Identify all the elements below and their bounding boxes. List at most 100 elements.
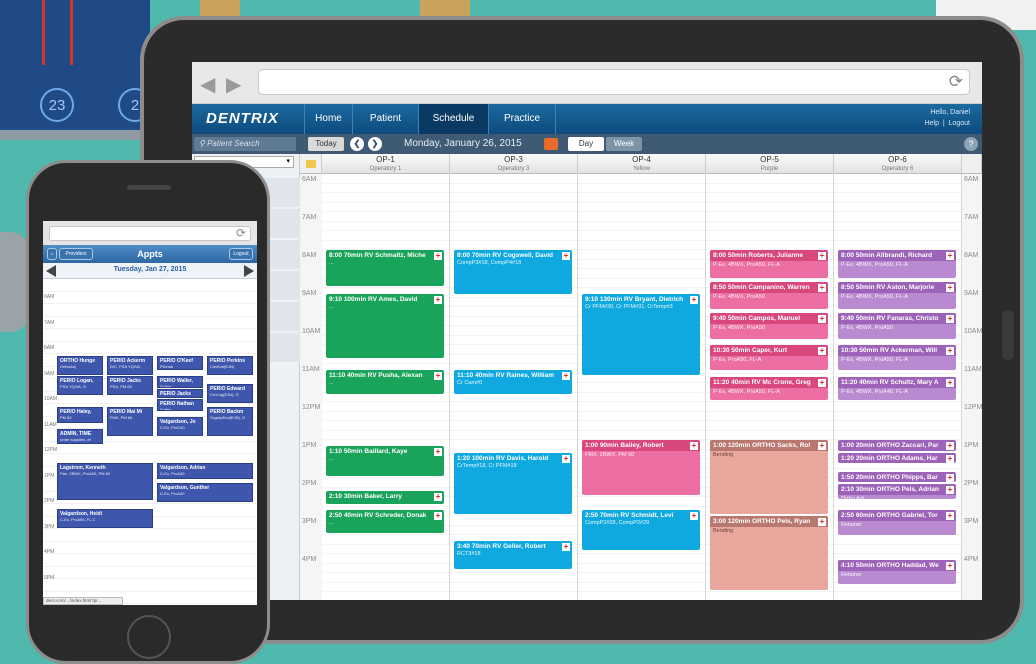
note-icon[interactable] [305, 160, 316, 168]
week-view-button[interactable]: Week [606, 137, 642, 151]
appointment-block[interactable]: 9:40 50min Campos, Manuel P-Ex, 4BWX, Pro… [710, 313, 828, 340]
phone-appointment[interactable]: PERIO Haley, PM 60 [57, 406, 103, 424]
appointment-block[interactable]: 2:50 40min RV Schreder, Donak... + [326, 509, 444, 533]
add-procedure-icon[interactable]: + [946, 378, 954, 387]
back-arrow-icon[interactable]: ◀ [200, 72, 215, 97]
add-procedure-icon[interactable]: + [434, 372, 442, 381]
phone-appointment[interactable]: PERIO Nathan Sulfen [157, 398, 203, 411]
tab-practice[interactable]: Practice [488, 104, 556, 134]
url-bar[interactable]: ⟳ [258, 69, 970, 95]
add-procedure-icon[interactable]: + [946, 454, 954, 463]
add-procedure-icon[interactable]: + [434, 511, 442, 520]
appointment-block[interactable]: 3:40 70min RV Geller, Robert RCT3#18 + [454, 541, 572, 570]
appointment-block[interactable]: 11:10 40min RV Raines, William Cr Cam#0 + [454, 370, 572, 395]
forward-arrow-icon[interactable]: ▶ [226, 72, 241, 97]
appointment-block[interactable]: 11:20 40min RV Schultz, Mary A P-Ex, 4BWX… [838, 376, 956, 400]
phone-appointment[interactable]: PERIO Logan, PSA YQ/VA, G [57, 375, 103, 396]
add-procedure-icon[interactable]: + [818, 252, 826, 260]
tab-home[interactable]: Home [304, 104, 352, 134]
appointment-block[interactable]: 2:50 70min RV Schmidt, Levi CompP2#28, Co… [582, 509, 700, 551]
reload-icon[interactable]: ⟳ [949, 72, 963, 92]
appointment-block[interactable]: 8:00 70min RV Schmaltz, Miche... + [326, 250, 444, 286]
add-procedure-icon[interactable]: + [818, 378, 826, 387]
help-link[interactable]: Help [925, 120, 939, 127]
add-procedure-icon[interactable]: + [818, 283, 826, 292]
phone-appointment[interactable]: ADMIN, TIME order supplies, et [57, 429, 103, 444]
appointment-block[interactable]: 1:20 100min RV Davis, Harold CrTemp#18, C… [454, 452, 572, 514]
tab-patient[interactable]: Patient [352, 104, 418, 134]
phone-appointment[interactable]: PERIO Perkins ClinSub(EJN) [207, 355, 253, 375]
phone-appointment[interactable]: Valgardson, Jo C-Ex, ProC40 [157, 416, 203, 437]
add-procedure-icon[interactable]: + [946, 486, 954, 495]
phone-appointment[interactable]: PERIO Mai Mi FMX, PM 60 [107, 406, 153, 437]
add-procedure-icon[interactable]: + [818, 315, 826, 324]
appointment-block[interactable]: 1:00 90min Bailey, Robert FMX, 2BWX, PM 6… [582, 440, 700, 495]
appointment-block[interactable]: 8:50 50min Campanino, Warren P-Ex, 4BWX, … [710, 281, 828, 309]
add-procedure-icon[interactable]: + [434, 252, 442, 260]
add-procedure-icon[interactable]: + [818, 347, 826, 355]
appointment-block[interactable]: 8:00 70min RV Cogswell, David CompP3#18, … [454, 250, 572, 294]
phone-appointment[interactable]: PERIO Ackerm D/C, PSA YQ/VA, [107, 355, 153, 375]
appointment-block[interactable]: 1:00 20min ORTHO Zaccari, Par + [838, 440, 956, 451]
add-procedure-icon[interactable]: + [946, 252, 954, 260]
add-procedure-icon[interactable]: + [946, 511, 954, 520]
add-procedure-icon[interactable]: + [946, 315, 954, 324]
add-procedure-icon[interactable]: + [946, 283, 954, 292]
add-procedure-icon[interactable]: + [946, 442, 954, 450]
chevron-right-icon[interactable]: ❯ [368, 137, 382, 151]
appointment-block[interactable]: 9:40 50min RV Fanaras, Christo P-Ex, 4BWX… [838, 313, 956, 340]
next-day-icon[interactable] [244, 265, 254, 277]
phone-appointment[interactable]: Valgardson, Gunther C-Ex, ProA40 [157, 483, 253, 503]
reload-icon[interactable]: ⟳ [236, 226, 246, 240]
appointment-block[interactable]: 11:10 40min RV Pusha, Alexan... + [326, 370, 444, 395]
logout-link[interactable]: Logout [949, 120, 970, 127]
phone-appointment[interactable]: PERIO O'Keef PDenal [157, 355, 203, 370]
add-procedure-icon[interactable]: + [562, 543, 570, 552]
appointment-block[interactable]: 1:10 50min Baillard, Kaye... + [326, 446, 444, 476]
add-procedure-icon[interactable]: + [562, 454, 570, 463]
appointment-block[interactable]: 2:10 30min Baker, Larry + [326, 490, 444, 505]
add-procedure-icon[interactable]: + [818, 518, 826, 526]
appointment-block[interactable]: 8:50 50min RV Aston, Marjorie P-Ex, 4BWX,… [838, 281, 956, 309]
add-procedure-icon[interactable]: + [946, 473, 954, 482]
phone-appointment[interactable]: PERIO Backm ScgmpEnd(EJN), G [207, 406, 253, 437]
help-icon[interactable]: ? [964, 137, 978, 151]
appointment-block[interactable]: 10:30 50min Caper, Kurt P-Ex, ProA50, FL-… [710, 345, 828, 370]
appointment-block[interactable]: 11:20 40min RV Mc Crone, Greg P-Ex, 4BWX,… [710, 376, 828, 400]
add-procedure-icon[interactable]: + [434, 296, 442, 305]
add-procedure-icon[interactable]: + [434, 448, 442, 457]
phone-appointment[interactable]: PERIO Jacks PSA, PM 60 [107, 375, 153, 396]
appointment-block[interactable]: 8:00 50min Allbrandi, Richard P-Ex, 4BWX,… [838, 250, 956, 279]
add-procedure-icon[interactable]: + [818, 442, 826, 450]
chevron-left-icon[interactable]: ❮ [350, 137, 364, 151]
add-procedure-icon[interactable]: + [690, 442, 698, 450]
tab-schedule[interactable]: Schedule [418, 104, 488, 134]
day-view-button[interactable]: Day [568, 137, 604, 151]
appointment-block[interactable]: 10:30 50min RV Ackerman, Will P-Ex, 4BWX,… [838, 345, 956, 370]
phone-appointment[interactable]: ORTHO Hunge OrthoAdj [57, 355, 103, 375]
patient-search-input[interactable]: ⚲ Patient Search [194, 137, 296, 151]
phone-appointment[interactable]: Valgardson, Adrian C-Ex, ProA40 [157, 462, 253, 480]
phone-appointment[interactable]: PERIO Edward CrnLng(EJN), G [207, 383, 253, 403]
phone-logout-button[interactable]: Logout [229, 248, 253, 260]
phone-home-button[interactable] [127, 615, 171, 659]
appointment-block[interactable]: 9:10 100min RV Ames, David... + [326, 294, 444, 359]
appointment-block[interactable]: 3:00 120min ORTHO Pels, Ryan Bending + [710, 516, 828, 590]
add-procedure-icon[interactable]: + [690, 511, 698, 520]
appointment-block[interactable]: 4:10 50min ORTHO Haddad, We Retainer + [838, 560, 956, 585]
appointment-block[interactable]: 2:50 60min ORTHO Gabriel, Tor Retainer + [838, 509, 956, 535]
phone-appointment[interactable]: Lagstrom, Kenneth Pan, 2BWX, ProA50, PM 6… [57, 462, 153, 500]
appointment-block[interactable]: 2:10 30min ORTHO Pels, AdrianOrtho Adj+ [838, 484, 956, 499]
add-procedure-icon[interactable]: + [434, 492, 442, 501]
add-procedure-icon[interactable]: + [946, 347, 954, 355]
today-button[interactable]: Today [308, 137, 344, 151]
appointment-block[interactable]: 1:20 20min ORTHO Adams, Har + [838, 452, 956, 464]
appointment-block[interactable]: 1:00 120min ORTHO Sacks, Rol Bending + [710, 440, 828, 514]
appointment-block[interactable]: 8:00 50min Roberts, Julianne P-Ex, 4BWX, … [710, 250, 828, 279]
phone-appointment[interactable]: PERIO Waller, Sulfen [157, 375, 203, 388]
add-procedure-icon[interactable]: + [946, 562, 954, 571]
add-procedure-icon[interactable]: + [562, 252, 570, 260]
appointment-block[interactable]: 9:10 130min RV Bryant, Dietrich Cr PFM#30… [582, 294, 700, 375]
phone-url-bar[interactable]: ⟳ [49, 226, 251, 241]
phone-appointment[interactable]: PERIO Jacks [157, 388, 203, 398]
